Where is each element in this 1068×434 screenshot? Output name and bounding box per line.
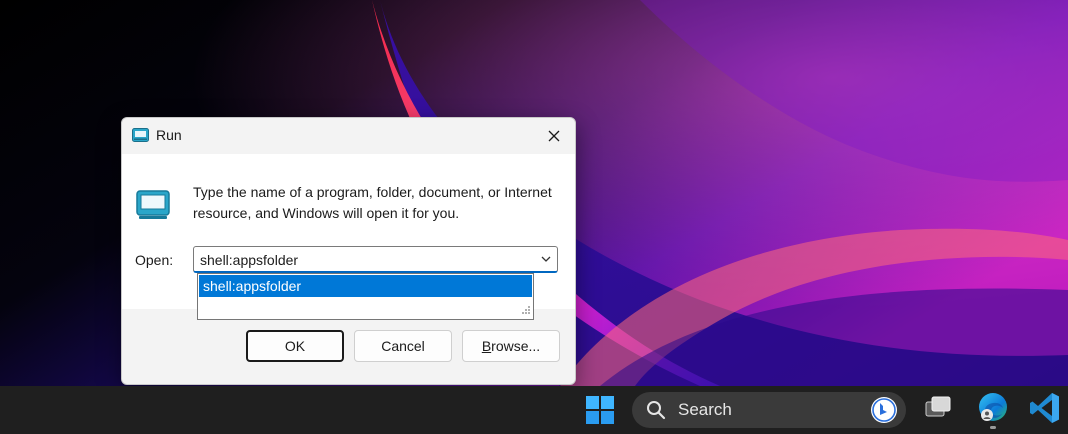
edge-icon[interactable] bbox=[975, 390, 1011, 426]
taskbar-search-box[interactable]: Search bbox=[632, 392, 906, 428]
ok-button[interactable]: OK bbox=[246, 330, 344, 362]
windows-start-icon bbox=[586, 396, 614, 424]
run-app-icon bbox=[132, 128, 149, 142]
browse-button[interactable]: Browse... bbox=[462, 330, 560, 362]
open-combobox[interactable] bbox=[193, 246, 558, 273]
autocomplete-item[interactable]: shell:appsfolder bbox=[199, 275, 532, 297]
search-icon bbox=[647, 401, 666, 420]
run-description: Type the name of a program, folder, docu… bbox=[193, 184, 552, 221]
close-button[interactable] bbox=[539, 121, 569, 151]
vscode-icon[interactable] bbox=[1027, 390, 1063, 426]
search-placeholder: Search bbox=[678, 400, 732, 419]
start-button[interactable] bbox=[585, 386, 615, 434]
run-title: Run bbox=[156, 127, 182, 143]
open-label: Open: bbox=[135, 252, 174, 268]
task-view-icon[interactable] bbox=[920, 390, 956, 426]
run-titlebar[interactable]: Run bbox=[122, 118, 575, 154]
run-program-icon bbox=[136, 190, 170, 219]
cancel-button[interactable]: Cancel bbox=[354, 330, 452, 362]
chevron-down-icon[interactable] bbox=[539, 252, 553, 266]
run-dialog: Run Type the name of a program, folder, … bbox=[121, 117, 576, 385]
browse-access-key: B bbox=[481, 338, 492, 354]
close-icon bbox=[548, 130, 560, 142]
edge-active-indicator bbox=[990, 426, 996, 429]
autocomplete-dropdown: shell:appsfolder bbox=[197, 273, 534, 320]
bing-icon[interactable] bbox=[870, 396, 898, 424]
taskbar bbox=[0, 386, 1068, 434]
browse-label: rowse... bbox=[491, 338, 541, 354]
command-input[interactable] bbox=[200, 250, 520, 269]
resize-grip-icon[interactable] bbox=[519, 305, 531, 317]
